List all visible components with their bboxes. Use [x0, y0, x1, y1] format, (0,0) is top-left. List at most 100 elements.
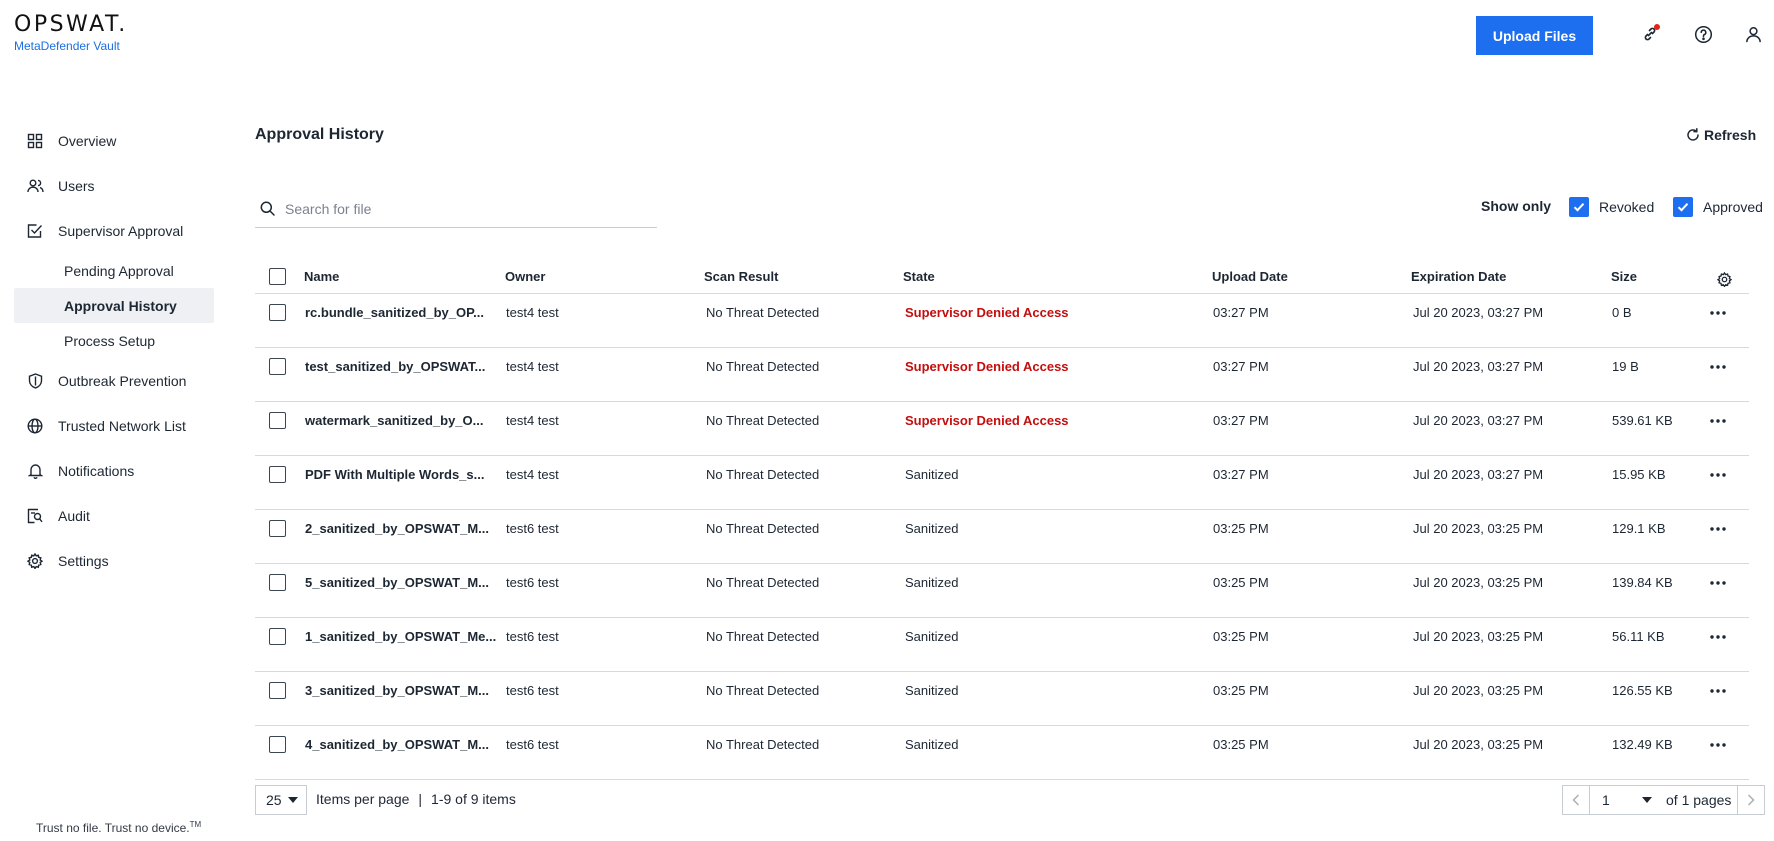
column-header-size[interactable]: Size — [1611, 258, 1637, 294]
row-checkbox[interactable] — [269, 466, 286, 483]
sidebar-item-supervisor-approval[interactable]: Supervisor Approval — [14, 208, 214, 253]
expiration-date: Jul 20 2023, 03:25 PM — [1413, 737, 1544, 752]
row-checkbox[interactable] — [269, 520, 286, 537]
table-row[interactable]: 3_sanitized_by_OPSWAT_M... test6 test No T… — [255, 672, 1749, 726]
table-row[interactable]: 5_sanitized_by_OPSWAT_M... test6 test No T… — [255, 564, 1749, 618]
expiration-date: Jul 20 2023, 03:25 PM — [1413, 575, 1544, 590]
next-page-button[interactable] — [1737, 785, 1766, 815]
row-actions-button[interactable] — [1710, 564, 1726, 601]
column-header-state[interactable]: State — [903, 258, 935, 294]
expiration-date: Jul 20 2023, 03:25 PM — [1413, 521, 1544, 536]
sidebar-nav: Overview Users Supervisor Approval Pendi… — [14, 118, 214, 583]
file-size: 19 B — [1612, 359, 1639, 374]
file-name[interactable]: 3_sanitized_by_OPSWAT_M... — [305, 672, 489, 709]
table-row[interactable]: test_sanitized_by_OPSWAT... test4 test No … — [255, 348, 1749, 402]
sidebar-item-users[interactable]: Users — [14, 163, 214, 208]
column-header-expiration-date[interactable]: Expiration Date — [1411, 258, 1506, 294]
sidebar-item-outbreak-prevention[interactable]: Outbreak Prevention — [14, 358, 214, 403]
row-actions-button[interactable] — [1710, 726, 1726, 763]
page-select[interactable]: 1 — [1590, 785, 1660, 815]
column-header-owner[interactable]: Owner — [505, 258, 545, 294]
items-info: Items per page | 1-9 of 9 items — [316, 791, 516, 807]
row-actions-button[interactable] — [1710, 456, 1726, 493]
file-state: Sanitized — [905, 629, 959, 644]
search-input[interactable] — [285, 200, 625, 217]
file-name[interactable]: rc.bundle_sanitized_by_OP... — [305, 294, 484, 331]
file-name[interactable]: watermark_sanitized_by_O... — [305, 402, 483, 439]
previous-page-button[interactable] — [1562, 785, 1590, 815]
table-row[interactable]: 1_sanitized_by_OPSWAT_Me... test6 test No … — [255, 618, 1749, 672]
file-name[interactable]: 5_sanitized_by_OPSWAT_M... — [305, 564, 489, 601]
row-actions-button[interactable] — [1710, 294, 1726, 331]
sidebar-item-label: Users — [58, 177, 95, 194]
more-horizontal-icon — [1710, 688, 1726, 693]
column-header-name[interactable]: Name — [304, 258, 339, 294]
upload-date: 03:25 PM — [1213, 629, 1269, 644]
expiration-date: Jul 20 2023, 03:27 PM — [1413, 305, 1544, 320]
table-row[interactable]: 4_sanitized_by_OPSWAT_M... test6 test No T… — [255, 726, 1749, 780]
upload-date: 03:25 PM — [1213, 521, 1269, 536]
logo[interactable]: OPSWAT. MetaDefender Vault — [14, 12, 128, 53]
file-name[interactable]: test_sanitized_by_OPSWAT... — [305, 348, 485, 385]
row-actions-button[interactable] — [1710, 402, 1726, 439]
file-owner: test4 test — [506, 467, 559, 482]
row-actions-button[interactable] — [1710, 348, 1726, 385]
row-checkbox[interactable] — [269, 628, 286, 645]
table-row[interactable]: watermark_sanitized_by_O... test4 test No … — [255, 402, 1749, 456]
chevron-left-icon — [1572, 794, 1580, 806]
sidebar-subitem-approval-history[interactable]: Approval History — [14, 288, 214, 323]
user-menu-button[interactable] — [1743, 24, 1763, 44]
row-checkbox[interactable] — [269, 574, 286, 591]
items-per-page-select[interactable]: 25 — [255, 785, 307, 815]
product-name: MetaDefender Vault — [14, 39, 120, 53]
row-checkbox[interactable] — [269, 682, 286, 699]
row-actions-button[interactable] — [1710, 510, 1726, 547]
sidebar-subitem-process-setup[interactable]: Process Setup — [14, 323, 214, 358]
table-row[interactable]: PDF With Multiple Words_s... test4 test No… — [255, 456, 1749, 510]
sidebar-item-notifications[interactable]: Notifications — [14, 448, 214, 493]
file-name[interactable]: 2_sanitized_by_OPSWAT_M... — [305, 510, 489, 547]
column-header-scan-result[interactable]: Scan Result — [704, 258, 778, 294]
sidebar-item-overview[interactable]: Overview — [14, 118, 214, 163]
sidebar-subitem-pending-approval[interactable]: Pending Approval — [14, 253, 214, 288]
refresh-label: Refresh — [1704, 127, 1757, 143]
tagline-text: Trust no file. Trust no device. — [36, 821, 190, 835]
file-name[interactable]: 4_sanitized_by_OPSWAT_M... — [305, 726, 489, 763]
filter-approved-checkbox[interactable] — [1673, 197, 1693, 217]
chevron-right-icon — [1747, 794, 1755, 806]
file-name[interactable]: PDF With Multiple Words_s... — [305, 456, 484, 493]
sidebar-item-settings[interactable]: Settings — [14, 538, 214, 583]
search-bar — [255, 190, 657, 228]
row-actions-button[interactable] — [1710, 618, 1726, 655]
help-icon — [1694, 25, 1713, 44]
sidebar-item-label: Settings — [58, 552, 109, 569]
column-header-upload-date[interactable]: Upload Date — [1212, 258, 1288, 294]
row-select-cell — [269, 294, 286, 331]
globe-icon — [26, 417, 44, 435]
filter-approved[interactable]: Approved — [1673, 197, 1763, 217]
checkbox-icon — [26, 222, 44, 240]
file-name[interactable]: 1_sanitized_by_OPSWAT_Me... — [305, 618, 496, 655]
pager: 1 of 1 pages — [1562, 785, 1766, 815]
row-checkbox[interactable] — [269, 736, 286, 753]
filter-revoked[interactable]: Revoked — [1569, 197, 1654, 217]
row-actions-button[interactable] — [1710, 672, 1726, 709]
row-checkbox[interactable] — [269, 304, 286, 321]
sidebar-item-label: Outbreak Prevention — [58, 372, 187, 389]
filter-approved-label: Approved — [1703, 199, 1763, 215]
filter-revoked-checkbox[interactable] — [1569, 197, 1589, 217]
upload-date: 03:25 PM — [1213, 737, 1269, 752]
sidebar-item-trusted-network-list[interactable]: Trusted Network List — [14, 403, 214, 448]
table-row[interactable]: 2_sanitized_by_OPSWAT_M... test6 test No T… — [255, 510, 1749, 564]
help-button[interactable] — [1693, 24, 1713, 44]
select-all-checkbox[interactable] — [269, 267, 286, 285]
table-row[interactable]: rc.bundle_sanitized_by_OP... test4 test No… — [255, 294, 1749, 348]
file-size: 139.84 KB — [1612, 575, 1673, 590]
refresh-button[interactable]: Refresh — [1686, 127, 1756, 143]
column-settings-button[interactable] — [1717, 261, 1732, 297]
row-checkbox[interactable] — [269, 358, 286, 375]
row-checkbox[interactable] — [269, 412, 286, 429]
sidebar-item-audit[interactable]: Audit — [14, 493, 214, 538]
upload-files-button[interactable]: Upload Files — [1476, 16, 1593, 55]
notifications-header-button[interactable] — [1640, 24, 1660, 44]
